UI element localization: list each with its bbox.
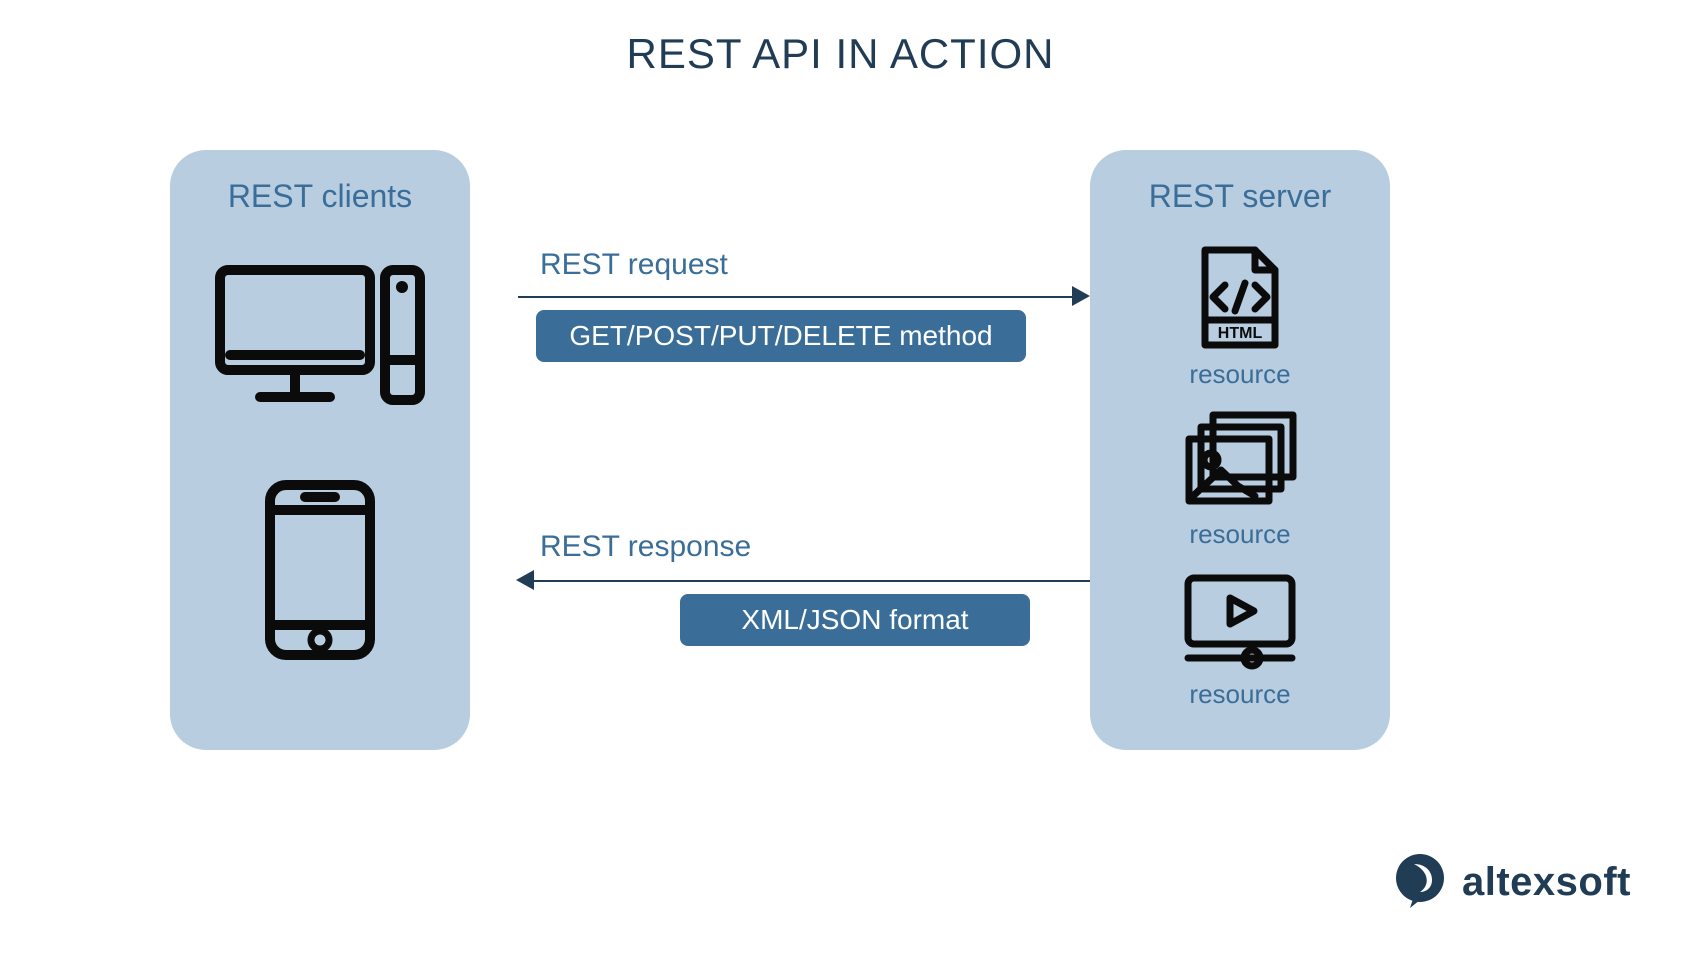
diagram-title: REST API IN ACTION xyxy=(0,30,1681,78)
request-badge: GET/POST/PUT/DELETE method xyxy=(536,310,1026,362)
clients-panel-title: REST clients xyxy=(170,178,470,215)
desktop-icon xyxy=(215,265,425,420)
response-label: REST response xyxy=(540,530,751,564)
svg-text:HTML: HTML xyxy=(1218,325,1263,342)
server-panel-title: REST server xyxy=(1090,178,1390,215)
server-panel: REST server HTML xyxy=(1090,150,1390,750)
resource-label: resource xyxy=(1189,519,1290,550)
altexsoft-mark-icon xyxy=(1392,852,1448,913)
resource-label: resource xyxy=(1189,679,1290,710)
response-badge: XML/JSON format xyxy=(680,594,1030,646)
resource-html: HTML resource xyxy=(1189,245,1290,390)
response-arrow-line xyxy=(530,580,1090,582)
brand-name: altexsoft xyxy=(1462,860,1631,905)
clients-panel: REST clients xyxy=(170,150,470,750)
request-arrow-line xyxy=(518,296,1078,298)
resource-video: resource xyxy=(1180,570,1300,710)
request-arrow-head-icon xyxy=(1072,286,1090,306)
image-stack-icon xyxy=(1183,410,1298,515)
resource-image: resource xyxy=(1183,410,1298,550)
resource-label: resource xyxy=(1189,359,1290,390)
html-file-icon: HTML xyxy=(1195,245,1285,355)
smartphone-icon xyxy=(265,480,375,665)
response-arrow-head-icon xyxy=(516,570,534,590)
video-icon xyxy=(1180,570,1300,675)
request-label: REST request xyxy=(540,248,728,282)
brand-logo: altexsoft xyxy=(1392,852,1631,913)
